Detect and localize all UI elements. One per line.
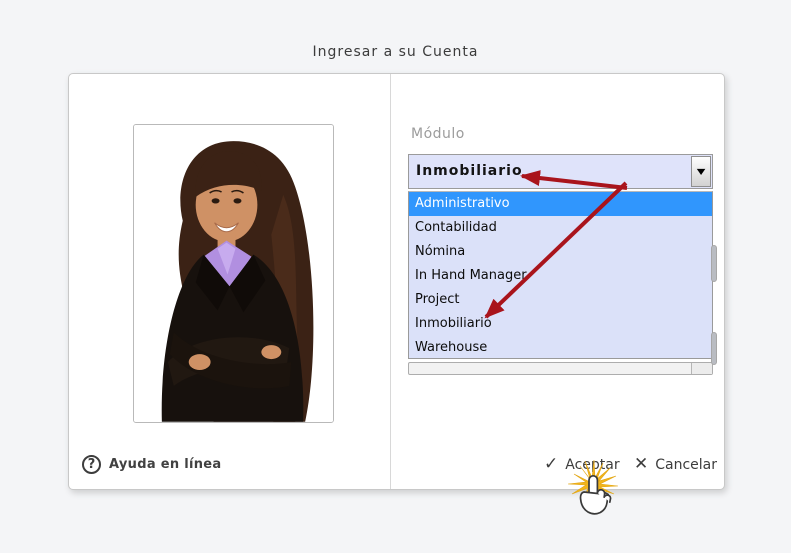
column-divider: [390, 74, 391, 489]
list-item[interactable]: In Hand Manager: [409, 264, 712, 288]
accept-button[interactable]: ✓ Aceptar: [544, 456, 620, 473]
check-icon: ✓: [544, 454, 559, 474]
help-question-icon: ?: [82, 455, 101, 474]
woman-portrait-illustration: [134, 125, 333, 422]
module-combobox[interactable]: Inmobiliario ▼: [408, 154, 713, 189]
chevron-down-icon: ▼: [696, 167, 706, 176]
module-dropdown-list: Administrativo Contabilidad Nómina In Hand …: [408, 191, 713, 359]
online-help-link[interactable]: ? Ayuda en línea: [82, 455, 222, 474]
module-selected-value: Inmobiliario: [416, 163, 523, 179]
combobox-dropdown-button[interactable]: ▼: [691, 156, 711, 187]
vertical-scrollbar-thumb-top[interactable]: [711, 245, 717, 282]
cancel-button[interactable]: ✕ Cancelar: [634, 456, 717, 473]
accept-label: Aceptar: [565, 456, 620, 473]
vertical-scrollbar-thumb-bottom[interactable]: [711, 332, 717, 365]
dropdown-horizontal-scrollbar[interactable]: [408, 362, 713, 375]
cancel-label: Cancelar: [655, 456, 718, 473]
list-item[interactable]: Project: [409, 288, 712, 312]
user-photo: [133, 124, 334, 423]
page-title: Ingresar a su Cuenta: [312, 44, 479, 60]
list-item[interactable]: Administrativo: [409, 192, 712, 216]
list-item[interactable]: Warehouse: [409, 336, 712, 360]
list-item[interactable]: Nómina: [409, 240, 712, 264]
online-help-label: Ayuda en línea: [109, 457, 222, 472]
x-icon: ✕: [634, 454, 649, 474]
scrollbar-corner: [692, 363, 712, 374]
login-panel: ? Ayuda en línea Módulo Inmobiliario ▼ A…: [68, 73, 725, 490]
login-screen: Ingresar a su Cuenta ? Ayuda en línea Mó…: [0, 0, 791, 553]
module-field-label: Módulo: [411, 126, 465, 142]
list-item[interactable]: Inmobiliario: [409, 312, 712, 336]
list-item[interactable]: Contabilidad: [409, 216, 712, 240]
